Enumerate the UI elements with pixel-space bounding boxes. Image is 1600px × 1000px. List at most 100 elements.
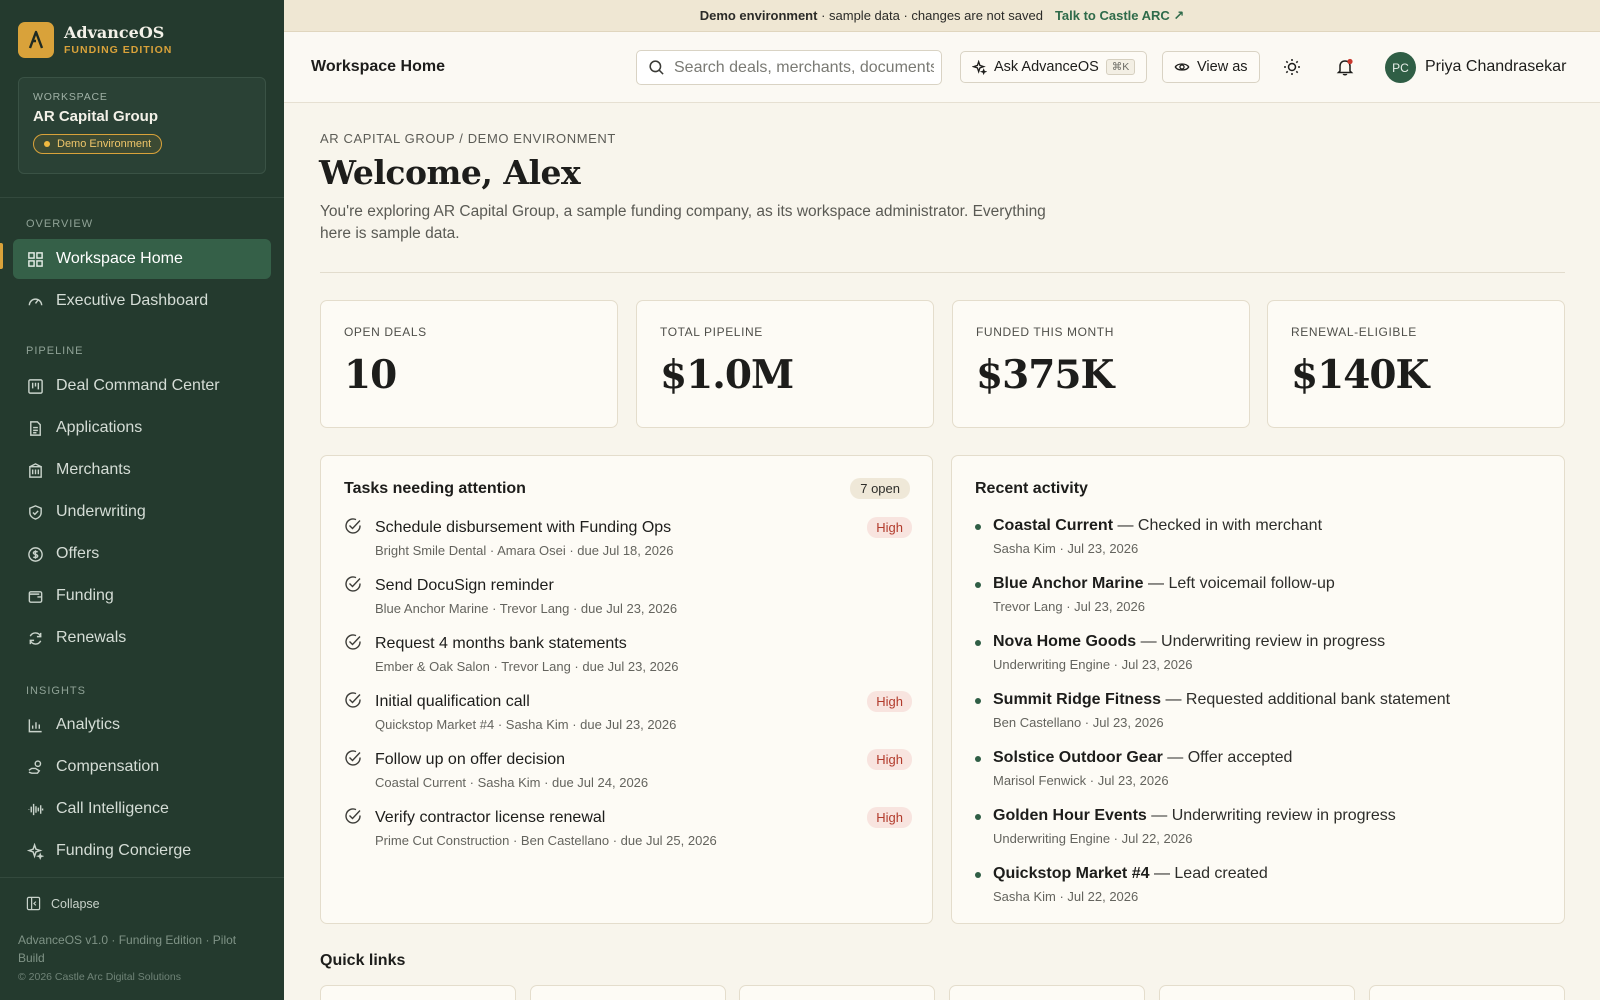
quick-link-card[interactable] [949, 985, 1145, 1000]
check-circle-icon[interactable] [344, 517, 362, 535]
sidebar-item-offers[interactable]: Offers [13, 534, 271, 574]
stat-card-funded-this-month[interactable]: FUNDED THIS MONTH $375K [952, 300, 1250, 428]
activity-text: Summit Ridge Fitness — Requested additio… [993, 691, 1450, 709]
refresh-icon [29, 631, 42, 645]
sidebar-item-label: Renewals [56, 629, 127, 646]
activity-item[interactable]: Solstice Outdoor Gear — Offer accepted M… [975, 749, 1565, 799]
activity-text: Coastal Current — Checked in with mercha… [993, 517, 1322, 535]
task-item[interactable]: Request 4 months bank statements Ember &… [344, 633, 912, 683]
view-as-button[interactable]: View as [1162, 51, 1260, 83]
activity-action: — Checked in with merchant [1113, 517, 1323, 534]
activity-subject: Nova Home Goods [993, 633, 1137, 650]
sidebar-item-funding-concierge[interactable]: Funding Concierge [13, 831, 271, 871]
quick-link-card[interactable] [530, 985, 726, 1000]
activity-item[interactable]: Nova Home Goods — Underwriting review in… [975, 633, 1565, 683]
sun-icon [1284, 59, 1300, 75]
bullet-dot-icon [975, 872, 981, 878]
check-circle-icon[interactable] [344, 575, 362, 593]
task-item[interactable]: Follow up on offer decision Coastal Curr… [344, 749, 912, 799]
brand[interactable]: AdvanceOS FUNDING EDITION [18, 22, 172, 58]
task-meta: Quickstop Market #4 · Sasha Kim · due Ju… [375, 717, 677, 732]
sidebar-item-workspace-home[interactable]: Workspace Home [13, 239, 271, 279]
ask-advanceos-button[interactable]: Ask AdvanceOS ⌘K [960, 51, 1148, 83]
stat-value: $375K [976, 352, 1114, 398]
bullet-dot-icon [975, 524, 981, 530]
banner-text: Demo environment · sample data · changes… [700, 8, 1043, 23]
task-meta: Prime Cut Construction · Ben Castellano … [375, 833, 717, 848]
hand-coins-icon [28, 759, 42, 774]
task-item[interactable]: Send DocuSign reminder Blue Anchor Marin… [344, 575, 912, 625]
grid-icon [28, 251, 43, 267]
activity-item[interactable]: Coastal Current — Checked in with mercha… [975, 517, 1565, 567]
stat-value: $1.0M [660, 352, 794, 398]
sidebar-item-underwriting[interactable]: Underwriting [13, 492, 271, 532]
sidebar-item-merchants[interactable]: Merchants [13, 450, 271, 490]
activity-action: — Requested additional bank statement [1161, 691, 1451, 708]
activity-item[interactable]: Summit Ridge Fitness — Requested additio… [975, 691, 1565, 741]
check-circle-icon[interactable] [344, 691, 362, 709]
activity-title: Recent activity [975, 480, 1088, 497]
stat-card-total-pipeline[interactable]: TOTAL PIPELINE $1.0M [636, 300, 934, 428]
stat-value: $140K [1291, 352, 1429, 398]
activity-meta: Ben Castellano · Jul 23, 2026 [993, 715, 1164, 730]
activity-subject: Coastal Current [993, 517, 1114, 534]
shortcut-kbd: ⌘K [1105, 59, 1136, 75]
quick-link-card[interactable] [1369, 985, 1565, 1000]
activity-item[interactable]: Golden Hour Events — Underwriting review… [975, 807, 1565, 857]
sidebar-item-label: Deal Command Center [56, 377, 220, 394]
sidebar-item-label: Merchants [56, 461, 131, 478]
user-name[interactable]: Priya Chandrasekar [1425, 58, 1566, 76]
sidebar-divider [0, 197, 284, 198]
quick-links-title: Quick links [320, 952, 406, 969]
sidebar-item-label: Offers [56, 545, 100, 562]
activity-action: — Offer accepted [1162, 749, 1293, 766]
status-dot-icon [44, 141, 50, 147]
sidebar-item-call-intelligence[interactable]: Call Intelligence [13, 789, 271, 829]
document-icon [30, 420, 41, 436]
sidebar-item-compensation[interactable]: Compensation [13, 747, 271, 787]
stat-card-renewal-eligible[interactable]: RENEWAL-ELIGIBLE $140K [1267, 300, 1565, 428]
sidebar-item-renewals[interactable]: Renewals [13, 618, 271, 658]
stat-card-open-deals[interactable]: OPEN DEALS 10 [320, 300, 618, 428]
sparkles-icon [27, 842, 44, 860]
activity-subject: Golden Hour Events [993, 807, 1147, 824]
waveform-icon [28, 803, 44, 815]
quick-link-card[interactable] [1159, 985, 1355, 1000]
check-circle-icon[interactable] [344, 749, 362, 767]
priority-badge: High [867, 517, 912, 538]
sidebar-item-applications[interactable]: Applications [13, 408, 271, 448]
open-count-badge: 7 open [850, 478, 910, 499]
activity-item[interactable]: Quickstop Market #4 — Lead created Sasha… [975, 865, 1565, 915]
bullet-dot-icon [975, 756, 981, 762]
task-item[interactable]: Verify contractor license renewal Prime … [344, 807, 912, 857]
theme-toggle-button[interactable] [1282, 57, 1302, 77]
workspace-switcher[interactable]: WORKSPACE AR Capital Group Demo Environm… [18, 77, 266, 174]
ask-label: Ask AdvanceOS [994, 59, 1099, 75]
activity-text: Quickstop Market #4 — Lead created [993, 865, 1268, 883]
sidebar-item-analytics[interactable]: Analytics [13, 705, 271, 745]
search-input[interactable] [674, 58, 934, 77]
task-item[interactable]: Initial qualification call Quickstop Mar… [344, 691, 912, 741]
collapse-sidebar-button[interactable]: Collapse [26, 896, 100, 911]
notifications-button[interactable] [1335, 57, 1355, 77]
activity-subject: Solstice Outdoor Gear [993, 749, 1163, 766]
nav-section-overview: OVERVIEW [26, 218, 94, 230]
sidebar-item-deal-command-center[interactable]: Deal Command Center [13, 366, 271, 406]
check-circle-icon[interactable] [344, 633, 362, 651]
sidebar-item-executive-dashboard[interactable]: Executive Dashboard [13, 281, 271, 321]
activity-item[interactable]: Blue Anchor Marine — Left voicemail foll… [975, 575, 1565, 625]
sidebar-item-label: Compensation [56, 758, 160, 775]
quick-link-card[interactable] [739, 985, 935, 1000]
avatar[interactable]: PC [1385, 52, 1416, 83]
task-item[interactable]: Schedule disbursement with Funding Ops B… [344, 517, 912, 567]
building-icon [29, 462, 42, 478]
activity-text: Solstice Outdoor Gear — Offer accepted [993, 749, 1292, 767]
task-title: Send DocuSign reminder [375, 577, 554, 594]
search-box[interactable] [636, 50, 942, 85]
wallet-icon [28, 590, 43, 603]
sidebar-item-funding[interactable]: Funding [13, 576, 271, 616]
quick-link-card[interactable] [320, 985, 516, 1000]
check-circle-icon[interactable] [344, 807, 362, 825]
talk-to-castle-arc-link[interactable]: Talk to Castle ARC ↗ [1055, 8, 1184, 24]
active-indicator [0, 243, 3, 269]
